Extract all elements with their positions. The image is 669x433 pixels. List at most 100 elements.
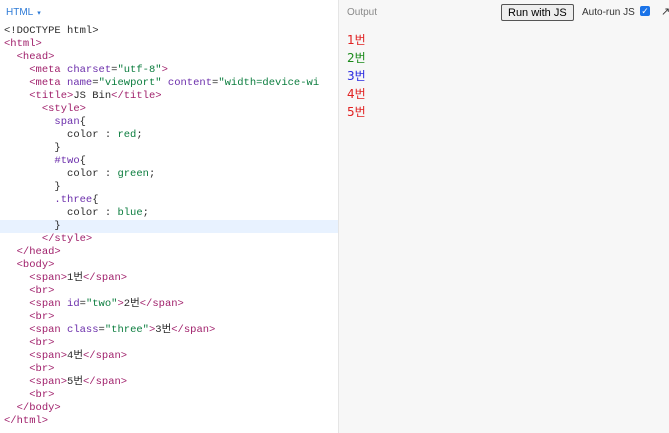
code-line[interactable]: <span>4번</span> [0, 350, 338, 363]
html-panel-label[interactable]: HTML ▾ [6, 7, 41, 18]
code-line[interactable]: </html> [0, 415, 338, 428]
code-line[interactable]: <span id="two">2번</span> [0, 298, 338, 311]
run-with-js-button[interactable]: Run with JS [501, 4, 574, 21]
expand-icon[interactable]: ↗ [661, 5, 669, 18]
code-token: <br> [29, 311, 55, 323]
code-token: content [167, 77, 212, 89]
code-line[interactable]: <br> [0, 389, 338, 402]
code-line[interactable]: <br> [0, 363, 338, 376]
code-token: </html> [4, 415, 49, 427]
chevron-down-icon[interactable]: ▾ [37, 10, 41, 17]
code-token: </span> [139, 298, 184, 310]
code-line[interactable]: <body> [0, 259, 338, 272]
code-token: ; [148, 168, 156, 180]
code-line[interactable]: </body> [0, 402, 338, 415]
code-line[interactable]: } [0, 142, 338, 155]
code-line[interactable]: } [0, 181, 338, 194]
code-token: ; [142, 207, 149, 219]
code-token: "two" [85, 298, 118, 310]
code-line[interactable]: <span>5번</span> [0, 376, 338, 389]
code-token: "three" [104, 324, 149, 336]
code-line[interactable]: .three{ [0, 194, 338, 207]
code-line[interactable]: color : red; [0, 129, 338, 142]
code-token: </span> [83, 272, 128, 284]
code-token: <br> [29, 363, 55, 375]
code-token: <span> [29, 376, 68, 388]
code-line[interactable]: <!DOCTYPE html> [0, 25, 338, 38]
code-token: 2번 [123, 298, 140, 310]
code-line[interactable]: <span class="three">3번</span> [0, 324, 338, 337]
code-token: <!DOCTYPE html> [4, 25, 99, 37]
result-line: 5번 [347, 105, 366, 119]
code-token: "width=device-wi [218, 77, 320, 89]
html-editor-panel[interactable]: HTML ▾ <!DOCTYPE html> <html> <head> <meta… [0, 0, 338, 433]
code-line[interactable]: color : green; [0, 168, 338, 181]
code-token: { [92, 194, 99, 206]
result-line: 1번 [347, 33, 366, 47]
code-line[interactable]: <span>1번</span> [0, 272, 338, 285]
code-token: </head> [16, 246, 61, 258]
code-line[interactable]: </head> [0, 246, 338, 259]
code-token: color [67, 129, 99, 141]
code-token: 1번 [67, 272, 83, 284]
code-token: : [98, 129, 118, 141]
code-line[interactable]: <meta charset="utf-8"> [0, 64, 338, 77]
code-token: : [98, 207, 118, 219]
code-line[interactable]: <html> [0, 38, 338, 51]
code-line[interactable]: <head> [0, 51, 338, 64]
code-line[interactable]: <br> [0, 337, 338, 350]
code-token: } [54, 142, 61, 154]
code-token: color [67, 207, 99, 219]
code-line[interactable]: <meta name="viewport" content="width=dev… [0, 77, 338, 90]
code-token: </title> [111, 90, 162, 102]
code-line[interactable]: <br> [0, 311, 338, 324]
code-line[interactable]: <br> [0, 285, 338, 298]
code-token: </span> [171, 324, 216, 336]
code-token: <body> [16, 259, 55, 271]
auto-run-js-label[interactable]: Auto-run JS [582, 7, 635, 18]
code-token: charset [67, 64, 112, 76]
code-token: <title> [29, 90, 74, 102]
code-line[interactable]: span{ [0, 116, 338, 129]
code-token: <style> [41, 103, 86, 115]
output-result: 1번 2번 3번 4번 5번 [347, 31, 366, 121]
code-line[interactable]: #two{ [0, 155, 338, 168]
code-token: span [54, 116, 80, 128]
code-token: "viewport" [98, 77, 162, 89]
code-token: <span> [29, 350, 68, 362]
code-line[interactable]: color : blue; [0, 207, 338, 220]
code-line[interactable]: </style> [0, 233, 338, 246]
code-line[interactable]: } [0, 220, 338, 233]
code-token: 4번 [67, 350, 83, 362]
code-token: <head> [16, 51, 55, 63]
code-line[interactable]: <style> [0, 103, 338, 116]
code-token: <meta [29, 77, 68, 89]
code-token: <span [29, 324, 68, 336]
html-panel-title[interactable]: HTML [6, 7, 33, 18]
code-token: <br> [29, 389, 55, 401]
code-line[interactable]: <title>JS Bin</title> [0, 90, 338, 103]
code-token: name [67, 77, 93, 89]
code-token: .three [54, 194, 93, 206]
code-area[interactable]: <!DOCTYPE html> <html> <head> <meta chars… [0, 25, 338, 428]
auto-run-js-checkbox[interactable]: ✓ [640, 6, 650, 16]
code-token: blue [117, 207, 143, 219]
result-line: 2번 [347, 51, 366, 65]
code-token: </span> [83, 376, 128, 388]
